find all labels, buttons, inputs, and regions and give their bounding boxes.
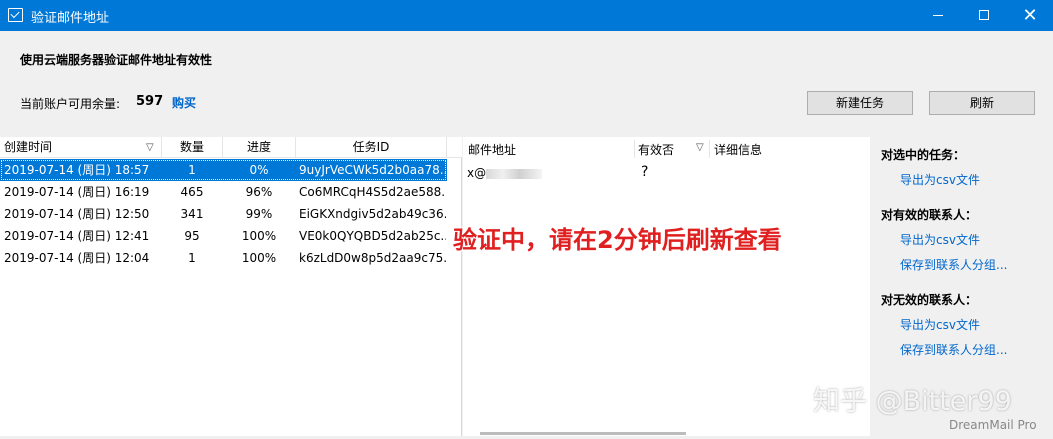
window-title: 验证邮件地址 [31, 11, 110, 26]
email-address-cell: x@ [467, 166, 543, 180]
column-header-email[interactable]: 邮件地址 [468, 141, 516, 158]
maximize-icon [979, 10, 989, 20]
export-valid-csv-link[interactable]: 导出为csv文件 [900, 231, 980, 248]
table-row[interactable]: 2019-07-14 (周日) 12:04 1 100% k6zLdD0w8p5… [0, 247, 447, 269]
tasks-table-header: 创建时间 ▽ 数量 进度 任务ID [0, 137, 462, 158]
close-button[interactable]: ✕ [1007, 0, 1053, 31]
column-divider[interactable] [634, 140, 635, 158]
table-row[interactable]: 2019-07-14 (周日) 16:19 465 96% Co6MRCqH4S… [0, 181, 447, 203]
export-task-csv-link[interactable]: 导出为csv文件 [900, 171, 980, 188]
mail-check-icon [8, 8, 23, 22]
horizontal-scrollbar[interactable] [480, 432, 686, 435]
minimize-icon [933, 14, 943, 16]
save-valid-to-group-link[interactable]: 保存到联系人分组... [900, 256, 1007, 273]
buy-link[interactable]: 购买 [172, 94, 196, 111]
sort-indicator-icon: ▽ [696, 142, 704, 153]
results-table[interactable]: 邮件地址 有效否 ▽ 详细信息 x@ ? [463, 137, 870, 436]
new-task-button[interactable]: 新建任务 [807, 91, 913, 115]
save-invalid-to-group-link[interactable]: 保存到联系人分组... [900, 341, 1007, 358]
column-header-valid[interactable]: 有效否 [638, 141, 674, 158]
table-row[interactable]: 2019-07-14 (周日) 12:41 95 100% VE0k0QYQBD… [0, 225, 447, 247]
zhihu-watermark: 知乎 @Bitter99 [813, 386, 1012, 417]
table-row[interactable]: 2019-07-14 (周日) 18:57 1 0% 9uyJrVeCWk5d2… [0, 159, 447, 181]
column-header-details[interactable]: 详细信息 [714, 141, 762, 158]
column-header-created[interactable]: 创建时间 ▽ [0, 137, 162, 158]
export-invalid-csv-link[interactable]: 导出为csv文件 [900, 316, 980, 333]
close-icon: ✕ [1022, 5, 1038, 26]
redacted-email-blur [486, 168, 543, 179]
invalid-contacts-heading: 对无效的联系人： [881, 293, 978, 307]
balance-label: 当前账户可用余量: [20, 97, 121, 111]
column-divider[interactable] [709, 140, 710, 158]
column-header-task-id[interactable]: 任务ID [296, 137, 447, 158]
selected-task-heading: 对选中的任务： [881, 148, 966, 162]
page-heading: 使用云端服务器验证邮件地址有效性 [20, 53, 213, 67]
column-header-progress[interactable]: 进度 [223, 137, 296, 158]
validity-unknown-cell: ? [641, 164, 649, 180]
maximize-button[interactable] [961, 0, 1007, 31]
valid-contacts-heading: 对有效的联系人： [881, 208, 978, 222]
refresh-button[interactable]: 刷新 [929, 91, 1035, 115]
table-row[interactable]: 2019-07-14 (周日) 12:50 341 99% EiGKXndgiv… [0, 203, 447, 225]
balance-value: 597 [136, 94, 164, 109]
verifying-overlay-text: 验证中，请在2分钟后刷新查看 [453, 226, 782, 254]
tasks-table[interactable]: 创建时间 ▽ 数量 进度 任务ID 2019-07-14 (周日) 18:57 … [0, 137, 462, 436]
column-header-count[interactable]: 数量 [162, 137, 223, 158]
minimize-button[interactable] [915, 0, 961, 31]
title-bar: 验证邮件地址 ✕ [0, 0, 1053, 31]
brand-label: DreamMail Pro [949, 418, 1037, 432]
sort-indicator-icon: ▽ [146, 142, 154, 153]
